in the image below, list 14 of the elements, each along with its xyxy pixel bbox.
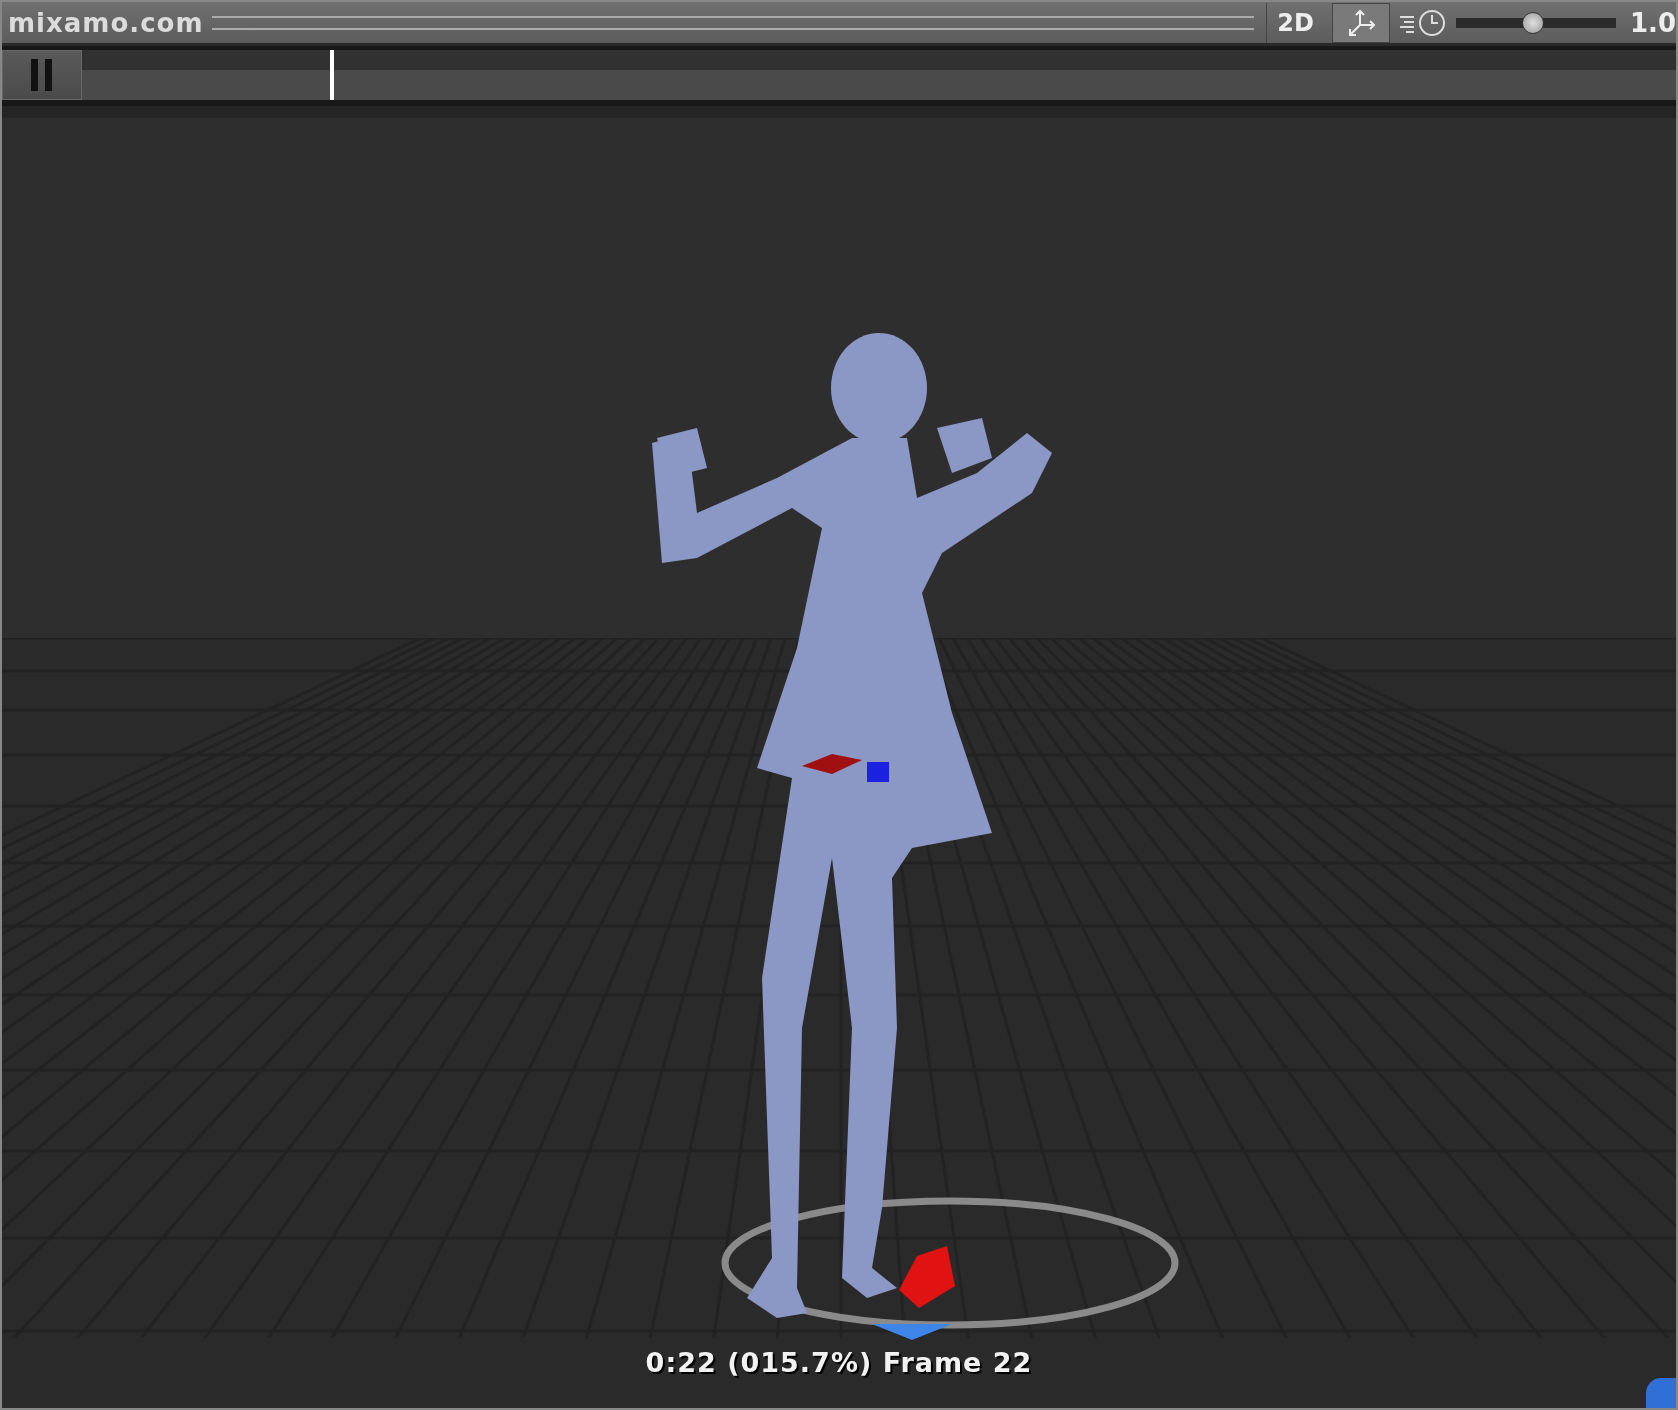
frame-caption: 0:22 (015.7%) Frame 22 bbox=[645, 1347, 1033, 1378]
window-title: mixamo.com bbox=[8, 7, 204, 38]
play-pause-button[interactable] bbox=[2, 50, 82, 100]
pause-icon bbox=[29, 57, 55, 93]
2d-mode-button[interactable]: 2D bbox=[1266, 2, 1324, 43]
tag-badge-icon bbox=[1646, 1378, 1676, 1408]
gizmo-arrow bbox=[802, 754, 862, 774]
speed-value: 1.0 bbox=[1629, 7, 1676, 38]
drag-handle[interactable] bbox=[211, 15, 1255, 30]
foot-ik-marker bbox=[899, 1246, 955, 1308]
slider-thumb[interactable] bbox=[1521, 11, 1544, 34]
gizmo-cube bbox=[867, 762, 889, 782]
playhead[interactable] bbox=[330, 50, 335, 100]
pivot-button[interactable] bbox=[1331, 2, 1390, 43]
